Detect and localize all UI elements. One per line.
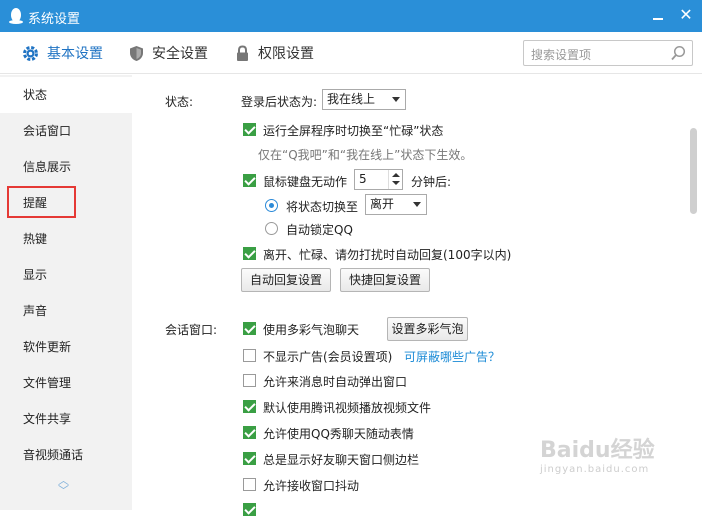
auto-popup-label: 允许来消息时自动弹出窗口 bbox=[263, 375, 408, 389]
chevron-down-icon bbox=[392, 97, 400, 102]
friend-sidebar-checkbox[interactable] bbox=[243, 452, 256, 465]
tab-security-settings[interactable]: 安全设置 bbox=[129, 32, 208, 74]
vertical-scrollbar[interactable] bbox=[690, 128, 697, 214]
login-status-value: 我在线上 bbox=[327, 92, 376, 106]
quick-reply-settings-button[interactable]: 快捷回复设置 bbox=[340, 268, 430, 292]
after-login-label: 登录后状态为: bbox=[241, 95, 318, 109]
status-section-label: 状态: bbox=[165, 95, 194, 109]
stepper-arrows-icon[interactable] bbox=[388, 170, 402, 189]
sidebar-item-status[interactable]: 状态 bbox=[0, 77, 132, 113]
fullscreen-note: 仅在“Q我吧”和“我在线上”状态下生效。 bbox=[258, 148, 473, 162]
switch-status-select[interactable]: 离开 bbox=[365, 194, 427, 215]
scroll-down-icon[interactable]: ︿ ﹀ bbox=[58, 475, 69, 496]
watermark-text: Baidu经验 bbox=[540, 438, 655, 463]
lock-icon bbox=[237, 44, 248, 61]
sidebar-item-av-call[interactable]: 音视频通话 bbox=[0, 437, 132, 473]
shield-icon bbox=[130, 45, 143, 61]
chat-window-section-label: 会话窗口: bbox=[165, 323, 218, 337]
switch-status-value: 离开 bbox=[370, 197, 395, 211]
watermark-sub: jingyan.baidu.com bbox=[540, 464, 650, 475]
login-status-select[interactable]: 我在线上 bbox=[322, 89, 406, 110]
baidu-watermark: Baidu经验 jingyan.baidu.com bbox=[540, 432, 655, 475]
sidebar-item-chat-window[interactable]: 会话窗口 bbox=[0, 113, 132, 149]
idle-label: 鼠标键盘无动作 bbox=[263, 175, 348, 189]
tab-label: 权限设置 bbox=[258, 46, 314, 62]
highlight-box bbox=[7, 186, 76, 218]
tab-label: 基本设置 bbox=[47, 46, 103, 62]
tab-permission-settings[interactable]: 权限设置 bbox=[235, 32, 314, 74]
idle-minutes-stepper[interactable]: 5 bbox=[354, 169, 403, 190]
fullscreen-busy-checkbox[interactable] bbox=[243, 123, 256, 136]
search-placeholder: 搜索设置项 bbox=[531, 48, 592, 62]
friend-sidebar-label: 总是显示好友聊天窗口侧边栏 bbox=[263, 453, 420, 467]
gear-icon bbox=[23, 45, 38, 61]
colorful-bubble-label: 使用多彩气泡聊天 bbox=[263, 323, 360, 337]
sidebar-item-info-display[interactable]: 信息展示 bbox=[0, 149, 132, 185]
fullscreen-busy-label: 运行全屏程序时切换至“忙碌”状态 bbox=[263, 124, 444, 138]
tab-label: 安全设置 bbox=[152, 46, 208, 62]
chevron-down-icon bbox=[413, 202, 421, 207]
no-ads-label: 不显示广告(会员设置项) bbox=[263, 350, 393, 364]
sidebar-item-software-update[interactable]: 软件更新 bbox=[0, 329, 132, 365]
tab-basic-settings[interactable]: 基本设置 bbox=[22, 32, 103, 74]
title-bar: 系统设置 ✕ bbox=[0, 0, 702, 32]
auto-lock-radio[interactable] bbox=[265, 222, 278, 235]
auto-reply-checkbox[interactable] bbox=[243, 247, 256, 260]
tencent-video-label: 默认使用腾讯视频播放视频文件 bbox=[263, 401, 432, 415]
switch-status-radio[interactable] bbox=[265, 199, 278, 212]
sidebar-item-file-management[interactable]: 文件管理 bbox=[0, 365, 132, 401]
minimize-button[interactable] bbox=[648, 6, 668, 26]
auto-lock-label: 自动锁定QQ bbox=[286, 223, 353, 237]
auto-reply-label: 离开、忙碌、请勿打扰时自动回复(100字以内) bbox=[263, 248, 512, 262]
window-title: 系统设置 bbox=[28, 12, 81, 27]
qq-show-checkbox[interactable] bbox=[243, 426, 256, 439]
sidebar-item-hotkeys[interactable]: 热键 bbox=[0, 221, 132, 257]
auto-popup-checkbox[interactable] bbox=[243, 374, 256, 387]
ads-info-link[interactable]: 可屏蔽哪些广告？ bbox=[404, 348, 500, 365]
sidebar: 状态 会话窗口 信息展示 提醒 热键 显示 声音 软件更新 文件管理 文件共享 … bbox=[0, 75, 132, 510]
auto-reply-settings-button[interactable]: 自动回复设置 bbox=[241, 268, 331, 292]
tencent-video-checkbox[interactable] bbox=[243, 400, 256, 413]
sidebar-item-display[interactable]: 显示 bbox=[0, 257, 132, 293]
search-box[interactable]: 搜索设置项 bbox=[523, 40, 693, 66]
idle-checkbox[interactable] bbox=[243, 174, 256, 187]
shake-label: 允许接收窗口抖动 bbox=[263, 479, 360, 493]
idle-minutes-value: 5 bbox=[359, 172, 367, 186]
qq-show-label: 允许使用QQ秀聊天随动表情 bbox=[263, 427, 414, 441]
no-ads-checkbox[interactable] bbox=[243, 349, 256, 362]
sidebar-item-sound[interactable]: 声音 bbox=[0, 293, 132, 329]
idle-suffix: 分钟后: bbox=[411, 175, 452, 189]
search-icon[interactable] bbox=[670, 45, 686, 61]
colorful-bubble-settings-button[interactable]: 设置多彩气泡 bbox=[387, 317, 468, 341]
sidebar-item-file-sharing[interactable]: 文件共享 bbox=[0, 401, 132, 437]
switch-status-label: 将状态切换至 bbox=[286, 200, 359, 214]
colorful-bubble-checkbox[interactable] bbox=[243, 322, 256, 335]
close-button[interactable]: ✕ bbox=[676, 5, 696, 25]
shake-checkbox[interactable] bbox=[243, 478, 256, 491]
qq-penguin-icon bbox=[9, 8, 23, 24]
